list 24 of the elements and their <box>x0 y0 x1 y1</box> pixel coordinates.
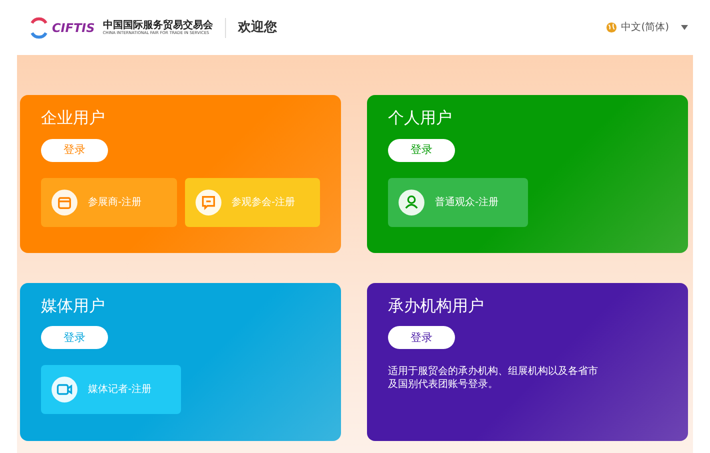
shop-icon <box>51 188 78 216</box>
language-selector[interactable]: 中文(简体) <box>621 20 669 35</box>
card-title: 承办机构用户 <box>388 294 485 316</box>
welcome-title: 欢迎您 <box>238 18 277 37</box>
login-button[interactable]: 登录 <box>41 326 108 350</box>
logo-emblem-icon <box>30 14 48 40</box>
card-title: 个人用户 <box>388 107 453 129</box>
register-tile[interactable]: 普通观众-注册 <box>388 178 528 227</box>
card-description: 适用于服贸会的承办机构、组展机构以及各省市及国别代表团账号登录。 <box>388 365 599 392</box>
logo-name: 中国国际服务贸易交易会 <box>102 20 213 31</box>
login-button[interactable]: 登录 <box>41 138 108 162</box>
card-title: 企业用户 <box>41 107 106 129</box>
logo-wordmark: CIFTIS <box>52 22 95 34</box>
register-tile[interactable]: 参展商-注册 <box>41 178 176 227</box>
login-button[interactable]: 登录 <box>388 326 455 350</box>
register-tile[interactable]: 参观参会-注册 <box>184 178 320 227</box>
register-tile[interactable]: 媒体记者-注册 <box>41 365 181 414</box>
person-icon <box>398 188 425 216</box>
caret-icon <box>681 25 688 30</box>
globe-icon <box>606 22 618 33</box>
chat-icon <box>194 188 222 216</box>
video-camera-icon <box>51 376 78 404</box>
card-title: 媒体用户 <box>41 294 106 316</box>
login-button[interactable]: 登录 <box>388 138 455 162</box>
